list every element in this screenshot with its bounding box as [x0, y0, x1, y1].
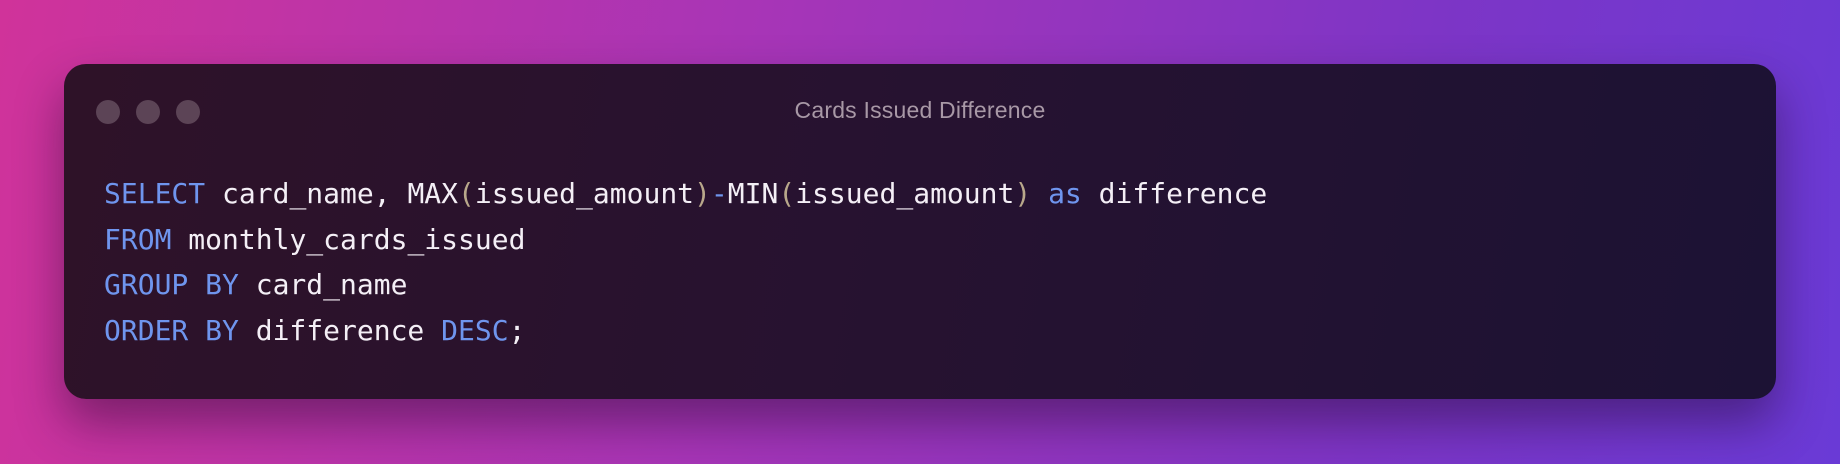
code-line-4: ORDER BY difference DESC;: [104, 308, 1267, 354]
code-token: ;: [508, 313, 526, 347]
code-token: as: [1048, 177, 1082, 210]
code-line-3: GROUP BY card_name: [104, 262, 1267, 308]
code-token: (: [458, 177, 475, 210]
code-token: ): [694, 177, 711, 210]
code-token: difference: [1081, 177, 1268, 210]
code-token: SELECT: [104, 177, 206, 210]
code-token: (: [778, 177, 796, 210]
code-token: issued_amount: [474, 177, 695, 210]
code-token: card_name: [238, 268, 408, 301]
code-token: monthly_cards_issued: [171, 222, 526, 256]
code-token: card_name, MAX: [205, 177, 459, 210]
code-token: difference: [238, 313, 442, 347]
code-token: FROM: [104, 222, 172, 256]
code-token: ): [1014, 177, 1032, 210]
code-token: -: [710, 177, 728, 210]
code-token: issued_amount: [795, 177, 1015, 210]
code-token: DESC: [441, 313, 509, 347]
window-titlebar: Cards Issued Difference: [64, 64, 1776, 160]
code-line-2: FROM monthly_cards_issued: [104, 217, 1267, 263]
window-title: Cards Issued Difference: [794, 97, 1046, 123]
code-line-1: SELECT card_name, MAX(issued_amount)-MIN…: [104, 171, 1267, 217]
code-token: MIN: [727, 177, 779, 210]
code-block: SELECT card_name, MAX(issued_amount)-MIN…: [104, 171, 1267, 353]
code-window: Cards Issued Difference SELECT card_name…: [64, 64, 1776, 399]
code-token: ORDER BY: [104, 313, 239, 347]
code-token: GROUP BY: [104, 268, 239, 301]
